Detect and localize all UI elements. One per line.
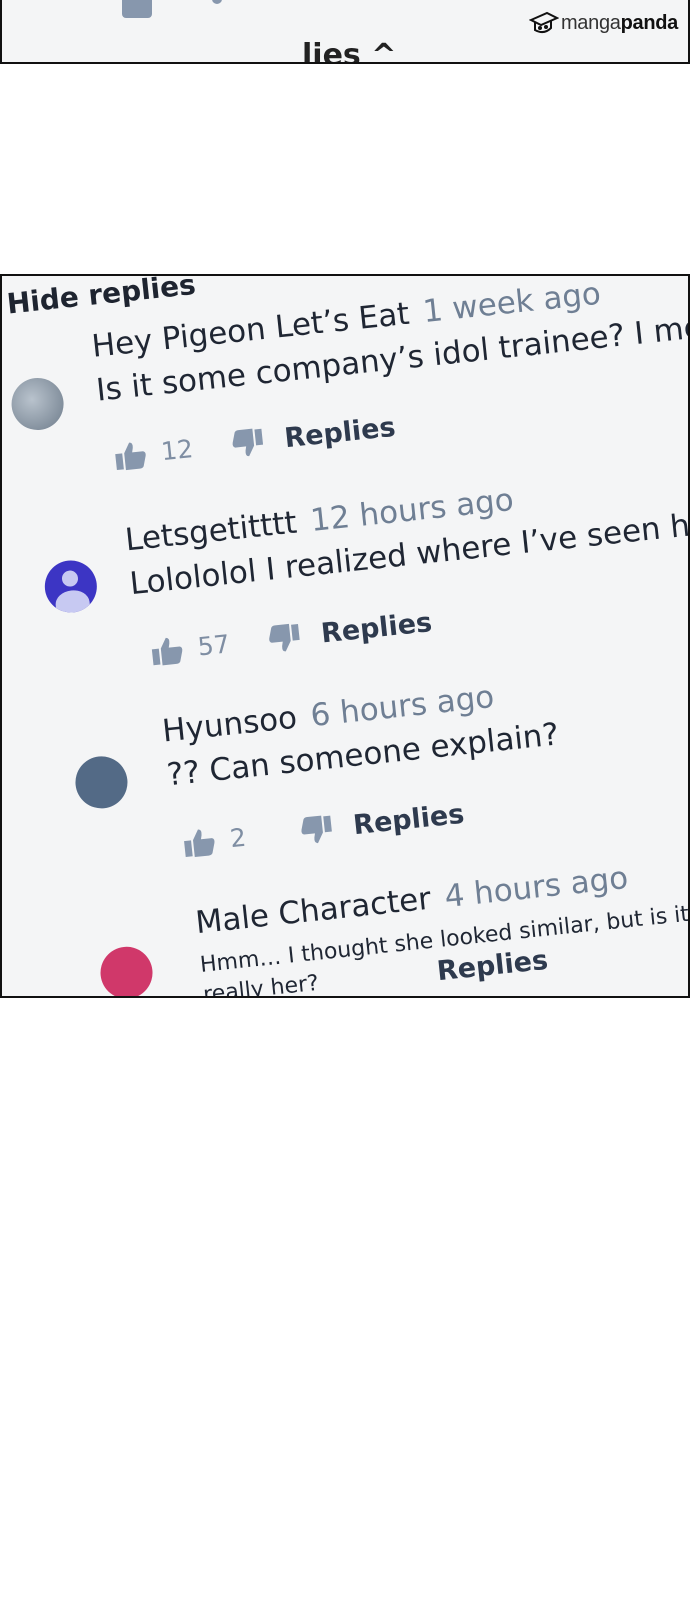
like-count: 2 (228, 822, 248, 854)
avatar (42, 557, 100, 616)
thumbs-down-icon[interactable] (266, 621, 303, 654)
top-panel-text: lies ^ (302, 38, 397, 64)
avatar (97, 944, 156, 996)
thumbs-up-icon[interactable] (149, 634, 186, 667)
replies-button[interactable]: Replies (320, 607, 434, 649)
like-count: 57 (196, 629, 232, 662)
username[interactable]: Hyunsoo (161, 700, 299, 750)
replies-button[interactable]: Replies (283, 412, 397, 454)
panda-logo-icon (528, 11, 559, 34)
mangapanda-watermark: manga panda (528, 10, 679, 36)
thumbs-up-icon[interactable] (112, 438, 149, 471)
comment-actions: 12 Replies (112, 412, 397, 472)
comment-actions: 57 Replies (149, 607, 434, 667)
watermark-text-manga: manga (560, 11, 621, 34)
top-comic-panel: lies ^ manga panda (0, 0, 690, 64)
thumbs-up-icon (122, 0, 152, 18)
timestamp: 4 hours ago (442, 859, 630, 916)
thumbs-up-icon[interactable] (181, 825, 218, 858)
avatar (72, 753, 131, 811)
hide-replies-link[interactable]: Hide replies (5, 276, 197, 321)
avatar (8, 375, 67, 433)
comment-thread-panel: Hide replies Hey Pigeon Let’s Eat 1 week … (0, 274, 690, 998)
like-count: 12 (159, 434, 195, 467)
thumbs-down-icon[interactable] (229, 426, 266, 459)
watermark-text-panda: panda (620, 11, 679, 34)
comment-actions: 2 Replies (181, 799, 466, 859)
replies-button[interactable]: Replies (352, 799, 466, 841)
comment-thread: Hide replies Hey Pigeon Let’s Eat 1 week … (2, 276, 688, 996)
count-fragment (212, 0, 222, 4)
thumbs-down-icon[interactable] (298, 813, 335, 846)
